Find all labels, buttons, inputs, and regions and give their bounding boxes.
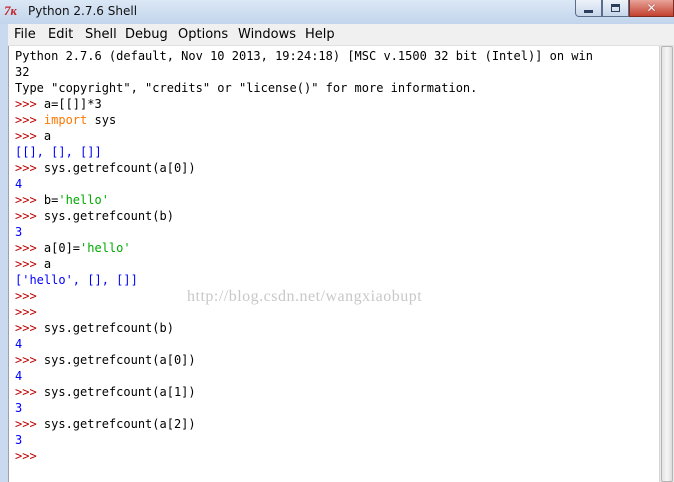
shell-line: >>> a [15, 128, 51, 144]
menu-help[interactable]: Help [305, 27, 335, 42]
shell-text: sys.getrefcount(a[0]) [43, 353, 196, 367]
shell-line: >>> sys.getrefcount(a[1]) [15, 384, 196, 400]
watermark-text: http://blog.csdn.net/wangxiaobupt [187, 288, 423, 305]
shell-text: a [43, 129, 52, 143]
shell-line: >>> sys.getrefcount(b) [15, 320, 174, 336]
shell-line: >>> [15, 304, 37, 320]
shell-text: Type "copyright", "credits" or "license(… [15, 81, 478, 95]
shell-prompt: >>> [15, 385, 44, 399]
shell-line: >>> sys.getrefcount(a[0]) [15, 352, 196, 368]
shell-output: [[], [], []] [15, 145, 102, 159]
tk-app-icon[interactable]: 7ĸ [4, 3, 24, 19]
shell-line: ['hello', [], []] [15, 272, 138, 288]
shell-line: 3 [15, 432, 22, 448]
shell-line: [[], [], []] [15, 144, 102, 160]
shell-output: 4 [15, 177, 23, 191]
menu-bar: File Edit Shell Debug Options Windows He… [0, 24, 674, 46]
shell-prompt: >>> [15, 241, 44, 255]
shell-text: sys.getrefcount(a[0]) [43, 161, 196, 175]
shell-text: 32 [15, 65, 30, 79]
close-button[interactable]: ✕ [629, 0, 674, 17]
window-title: Python 2.7.6 Shell [28, 4, 138, 18]
shell-line: >>> b='hello' [15, 192, 109, 208]
shell-text: sys.getrefcount(a[1]) [43, 385, 196, 399]
shell-line: >>> [15, 448, 44, 464]
minimize-button[interactable] [575, 0, 602, 17]
maximize-icon [611, 4, 620, 12]
shell-prompt: >>> [15, 305, 37, 319]
shell-text: b= [43, 193, 59, 207]
shell-text: sys.getrefcount(a[2]) [43, 417, 196, 431]
shell-text-area[interactable]: http://blog.csdn.net/wangxiaobupt Python… [8, 46, 659, 482]
menu-debug[interactable]: Debug [125, 27, 168, 42]
shell-prompt: >>> [15, 257, 44, 271]
shell-line: Python 2.7.6 (default, Nov 10 2013, 19:2… [15, 48, 593, 64]
shell-line: 4 [15, 336, 22, 352]
shell-prompt: >>> [15, 161, 44, 175]
shell-prompt: >>> [15, 353, 44, 367]
shell-line: 32 [15, 64, 29, 80]
shell-text: sys.getrefcount(b) [43, 209, 174, 223]
title-bar[interactable]: 7ĸ Python 2.7.6 Shell ✕ [0, 0, 674, 24]
vertical-scrollbar[interactable] [659, 46, 674, 482]
shell-line: 3 [15, 224, 22, 240]
shell-text: a[0]= [43, 241, 81, 255]
shell-line: >>> sys.getrefcount(b) [15, 208, 174, 224]
shell-text: a [43, 257, 52, 271]
shell-output: ['hello', [], []] [15, 273, 138, 287]
shell-line: 3 [15, 400, 22, 416]
shell-string: 'hello' [58, 193, 109, 207]
window-left-border [0, 24, 8, 482]
shell-line: >>> sys.getrefcount(a[0]) [15, 160, 196, 176]
shell-line: >>> a[0]='hello' [15, 240, 131, 256]
shell-prompt: >>> [15, 321, 44, 335]
shell-prompt: >>> [15, 129, 44, 143]
menu-windows[interactable]: Windows [238, 27, 296, 42]
shell-output: 3 [15, 401, 23, 415]
shell-keyword: import [43, 113, 88, 127]
shell-prompt: >>> [15, 97, 44, 111]
shell-prompt: >>> [15, 113, 44, 127]
shell-prompt: >>> [15, 209, 44, 223]
close-icon: ✕ [646, 1, 657, 15]
shell-output: 3 [15, 225, 23, 239]
shell-prompt: >>> [15, 417, 44, 431]
shell-text: sys [87, 113, 117, 127]
shell-line: 4 [15, 176, 22, 192]
shell-output: 4 [15, 337, 23, 351]
shell-text: Python 2.7.6 (default, Nov 10 2013, 19:2… [15, 49, 593, 63]
shell-line: >>> a [15, 256, 51, 272]
shell-line: >>> import sys [15, 112, 116, 128]
scrollbar-thumb[interactable] [661, 46, 673, 482]
shell-prompt: >>> [15, 289, 37, 303]
shell-string: 'hello' [80, 241, 131, 255]
shell-output: 3 [15, 433, 23, 447]
menu-options[interactable]: Options [178, 27, 228, 42]
maximize-button[interactable] [602, 0, 629, 17]
shell-line: Type "copyright", "credits" or "license(… [15, 80, 477, 96]
shell-line: >>> [15, 288, 37, 304]
menu-shell[interactable]: Shell [85, 27, 117, 42]
shell-prompt: >>> [15, 449, 44, 463]
shell-line: >>> a=[[]]*3 [15, 96, 102, 112]
shell-text: a=[[]]*3 [43, 97, 102, 111]
shell-line: 4 [15, 368, 22, 384]
shell-output: 4 [15, 369, 23, 383]
idle-shell-window: 7ĸ Python 2.7.6 Shell ✕ File Edit Shell … [0, 0, 674, 482]
menu-file[interactable]: File [14, 27, 36, 42]
shell-text: sys.getrefcount(b) [43, 321, 174, 335]
shell-line: >>> sys.getrefcount(a[2]) [15, 416, 196, 432]
menu-edit[interactable]: Edit [48, 27, 73, 42]
minimize-icon [584, 9, 593, 13]
shell-prompt: >>> [15, 193, 44, 207]
